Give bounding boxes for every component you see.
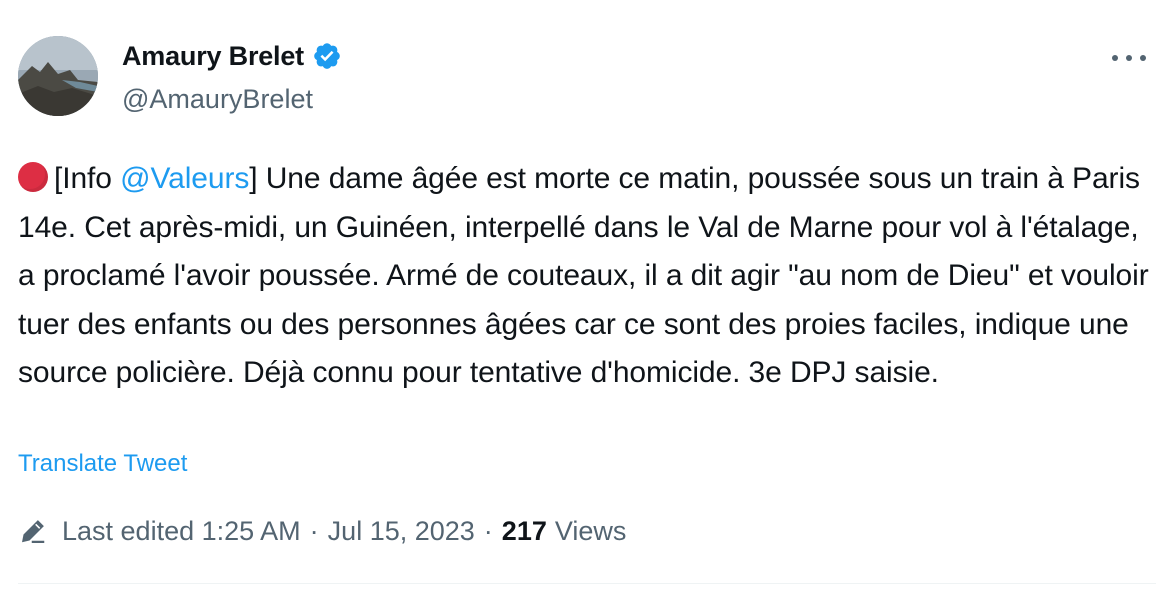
meta-separator: · [309, 516, 319, 546]
tweet-text-prefix: [Info [54, 162, 121, 195]
mention-link[interactable]: @Valeurs [120, 162, 249, 195]
translate-tweet-link[interactable]: Translate Tweet [18, 449, 187, 479]
views-count: 217 [501, 516, 547, 546]
more-dot [1140, 55, 1146, 61]
views-label: Views [554, 516, 627, 546]
more-options-icon[interactable] [1112, 50, 1146, 66]
edited-timestamp[interactable]: Last edited 1:25 AM [62, 513, 301, 549]
more-dot [1126, 55, 1132, 61]
red-circle-emoji-icon [18, 162, 48, 192]
tweet-date[interactable]: Jul 15, 2023 [328, 513, 475, 549]
more-dot [1112, 55, 1118, 61]
author-name-row[interactable]: Amaury Brelet [122, 39, 342, 73]
author-display-name[interactable]: Amaury Brelet [122, 39, 304, 73]
verified-badge-icon[interactable] [312, 41, 342, 71]
author-handle[interactable]: @AmauryBrelet [122, 82, 313, 116]
avatar-image [18, 36, 98, 116]
divider [18, 583, 1156, 584]
tweet-text: [Info @Valeurs] Une dame âgée est morte … [18, 155, 1158, 398]
meta-separator: · [483, 516, 493, 546]
tweet-meta: Last edited 1:25 AM · Jul 15, 2023 · 217… [18, 513, 626, 549]
avatar[interactable] [18, 36, 98, 116]
pencil-icon [22, 520, 45, 543]
tweet-text-body: ] Une dame âgée est morte ce matin, pous… [18, 162, 1149, 389]
